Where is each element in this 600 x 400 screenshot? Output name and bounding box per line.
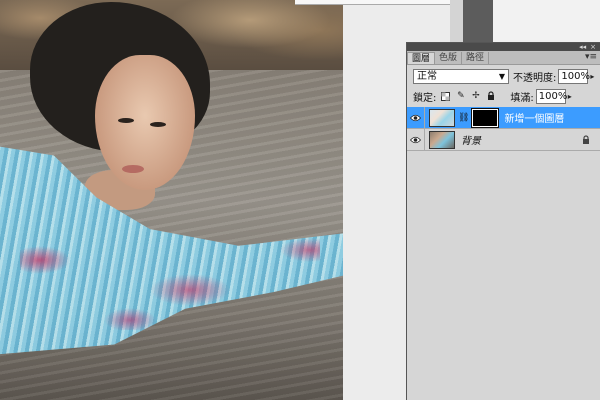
blend-mode-select[interactable]: 正常 ▼ bbox=[413, 68, 509, 84]
lock-row: 鎖定: ✎ ✢ 填滿: 100% ▸ bbox=[413, 88, 597, 104]
chain-link-icon[interactable]: ⛓ bbox=[458, 113, 469, 123]
dress-pattern bbox=[20, 230, 320, 330]
lock-label: 鎖定: bbox=[413, 92, 437, 104]
fill-label: 填滿: bbox=[510, 92, 534, 104]
dropdown-arrow-icon: ▼ bbox=[498, 71, 505, 81]
layer-thumbnail bbox=[429, 130, 455, 149]
layer-row-background[interactable]: 背景 bbox=[407, 128, 600, 151]
eye-icon bbox=[410, 114, 421, 121]
layer-row-new-layer[interactable]: ⛓ 新增一個圖層 bbox=[407, 106, 600, 129]
document-top-edge bbox=[295, 0, 450, 5]
lock-transparent-icon[interactable] bbox=[440, 91, 451, 102]
visibility-toggle[interactable] bbox=[407, 128, 425, 151]
layers-panel: ◂◂ × 圖層 色版 路徑 ▾≡ 正常 ▼ 不透明度: 100% ▸ 鎖定: ✎… bbox=[406, 42, 600, 400]
panel-header: ◂◂ × bbox=[407, 43, 600, 51]
layer-list: ⛓ 新增一個圖層 背景 bbox=[407, 106, 600, 151]
blend-row: 正常 ▼ 不透明度: 100% ▸ bbox=[413, 68, 597, 84]
blend-mode-value: 正常 bbox=[417, 70, 437, 82]
model-left-eye bbox=[118, 118, 134, 123]
workspace-dark-block bbox=[463, 0, 493, 44]
tab-paths[interactable]: 路徑 bbox=[462, 52, 490, 64]
close-panel-icon[interactable]: × bbox=[590, 43, 596, 51]
opacity-input[interactable]: 100% bbox=[558, 68, 590, 84]
visibility-toggle[interactable] bbox=[407, 106, 425, 129]
fill-slider-arrow-icon[interactable]: ▸ bbox=[568, 92, 572, 101]
tab-channels[interactable]: 色版 bbox=[435, 52, 463, 64]
tab-layers[interactable]: 圖層 bbox=[407, 52, 436, 64]
lock-icon bbox=[582, 135, 590, 148]
panel-tab-row: 圖層 色版 路徑 ▾≡ bbox=[407, 51, 600, 65]
lock-paint-icon[interactable]: ✎ bbox=[455, 91, 466, 102]
panel-menu-icon[interactable]: ▾≡ bbox=[585, 52, 597, 62]
document-canvas[interactable] bbox=[0, 0, 343, 400]
layer-name: 新增一個圖層 bbox=[504, 114, 565, 125]
eye-icon bbox=[410, 136, 421, 143]
lock-all-icon[interactable] bbox=[485, 91, 496, 102]
layer-name: 背景 bbox=[461, 136, 481, 147]
opacity-label: 不透明度: bbox=[513, 72, 557, 84]
layer-thumbnail bbox=[429, 108, 455, 127]
opacity-slider-arrow-icon[interactable]: ▸ bbox=[590, 72, 594, 81]
layer-mask-thumbnail[interactable] bbox=[471, 107, 500, 128]
lock-move-icon[interactable]: ✢ bbox=[470, 91, 481, 102]
workspace-right-block bbox=[493, 0, 600, 44]
model-lips bbox=[122, 165, 144, 173]
model-right-eye bbox=[150, 122, 166, 127]
collapse-panel-icon[interactable]: ◂◂ bbox=[579, 43, 586, 51]
fill-input[interactable]: 100% bbox=[535, 88, 567, 104]
